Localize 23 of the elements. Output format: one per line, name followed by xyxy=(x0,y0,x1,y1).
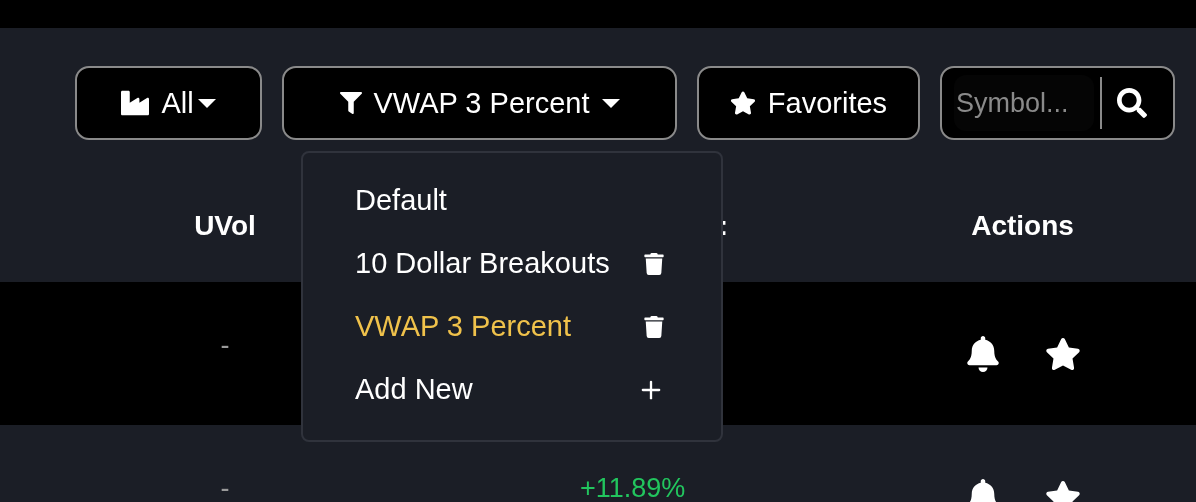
column-header: UVol xyxy=(194,210,256,242)
factory-icon xyxy=(121,89,150,117)
filter-icon xyxy=(339,92,362,114)
table-cell: +11.89% xyxy=(580,475,686,502)
menu-item[interactable]: Add New xyxy=(303,358,721,421)
filter-button[interactable]: VWAP 3 Percent xyxy=(282,66,677,140)
menu-item[interactable]: Default xyxy=(303,169,721,232)
trash-icon[interactable] xyxy=(643,315,665,338)
caret-icon xyxy=(197,98,216,108)
table-cell: - xyxy=(220,332,230,359)
column-header: Actions xyxy=(971,210,1074,242)
star-icon xyxy=(729,90,756,116)
favorites-button[interactable]: Favorites xyxy=(697,66,920,140)
star-icon[interactable] xyxy=(1044,335,1081,372)
menu-item[interactable]: VWAP 3 Percent xyxy=(303,295,721,358)
table-cell: - xyxy=(220,475,230,502)
search-icon xyxy=(1117,88,1147,118)
sector-button[interactable]: All xyxy=(75,66,262,140)
bell-icon[interactable] xyxy=(964,335,1001,372)
menu-item[interactable]: 10 Dollar Breakouts xyxy=(303,232,721,295)
search-field[interactable]: Symbol... xyxy=(940,66,1175,140)
caret-icon xyxy=(601,98,620,108)
trash-icon[interactable] xyxy=(643,252,665,275)
